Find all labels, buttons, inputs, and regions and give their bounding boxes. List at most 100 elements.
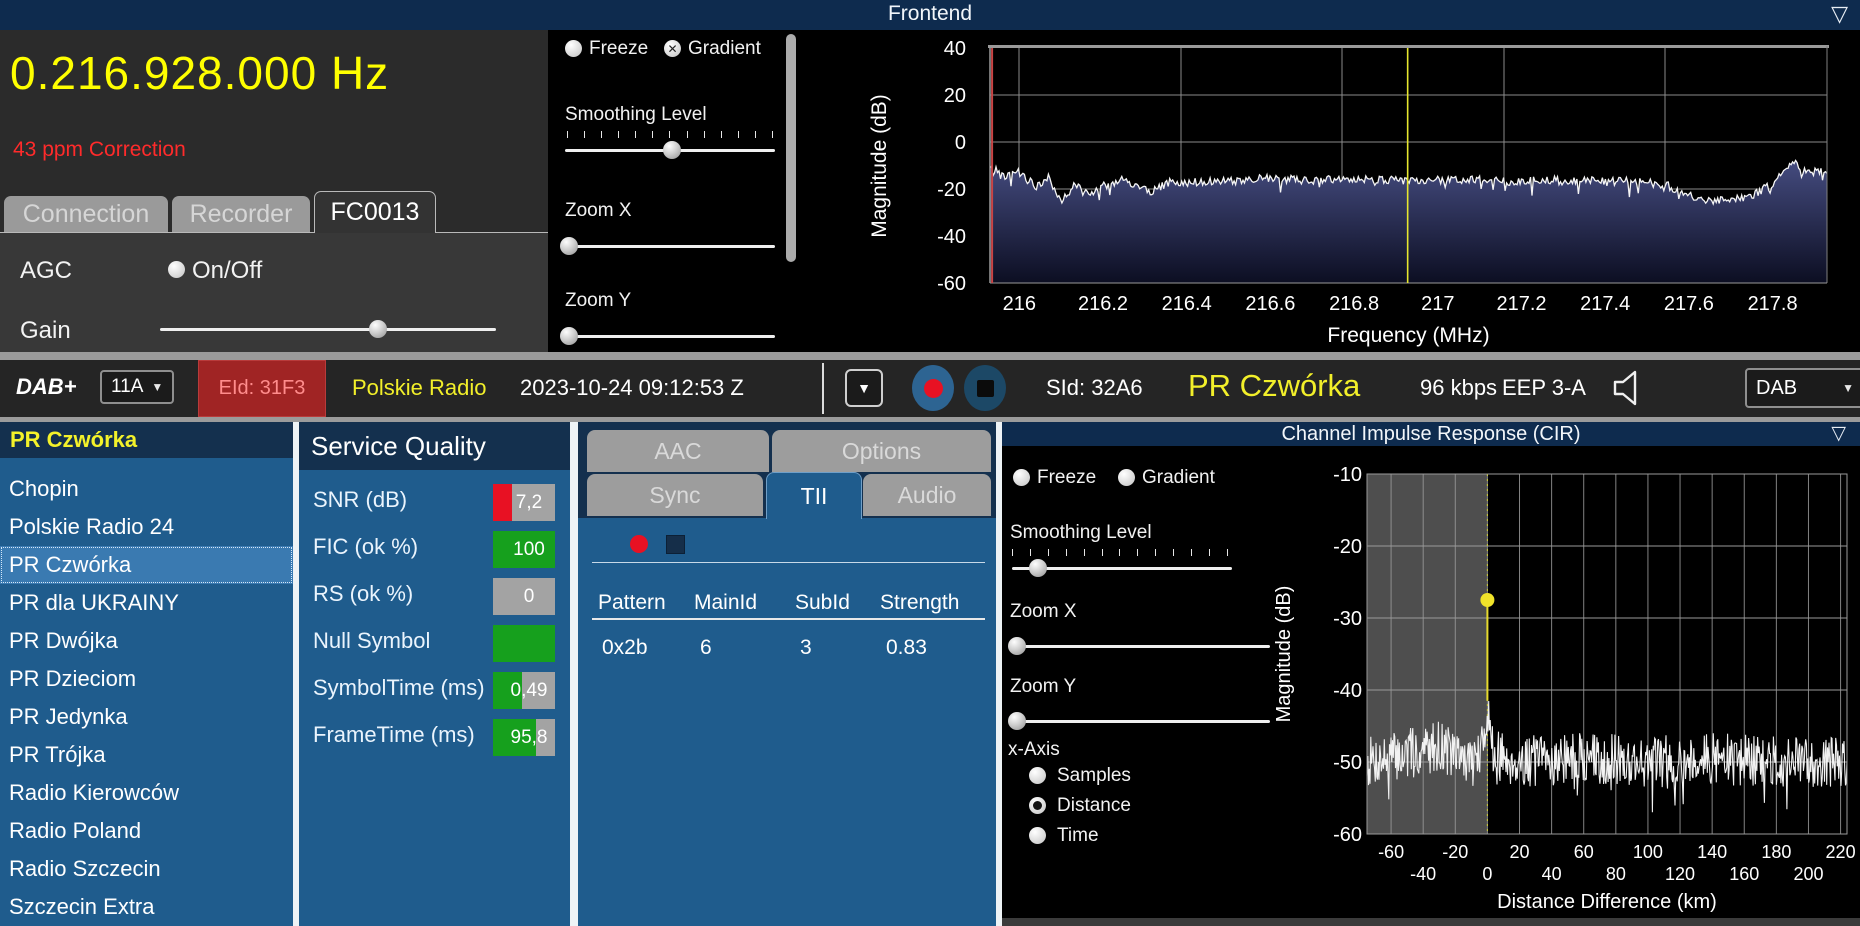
xaxis-distance-label: Distance [1057, 795, 1131, 816]
gain-slider-handle[interactable] [369, 320, 388, 338]
xaxis-samples-radio[interactable] [1029, 767, 1046, 784]
service-list-item[interactable]: Radio Poland [0, 812, 293, 850]
slider-tick [567, 131, 568, 138]
svg-text:200: 200 [1793, 864, 1823, 884]
record-button[interactable] [912, 365, 954, 411]
tii-sync-indicator-dot [630, 535, 648, 553]
tab-options[interactable]: Options [772, 430, 991, 472]
slider-tick [1083, 549, 1085, 556]
status-bar: DAB+ 11A ▼ EId: 31F3 Polskie Radio 2023-… [0, 360, 1860, 417]
slider-tick [1137, 549, 1139, 556]
ppm-correction-label: 43 ppm Correction [13, 138, 186, 161]
cir-smoothing-label: Smoothing Level [1010, 522, 1152, 543]
cir-collapse-icon[interactable]: ▽ [1831, 422, 1846, 445]
svg-text:-20: -20 [1442, 842, 1468, 862]
frontend-collapse-icon[interactable]: ▽ [1831, 1, 1848, 27]
spectrum-zoomy-slider[interactable] [560, 326, 775, 346]
service-list-item[interactable]: PR Dwójka [0, 622, 293, 660]
spectrum-zoomy-track[interactable] [565, 335, 775, 338]
cir-panel: Channel Impulse Response (CIR) ▽ Freeze … [1002, 422, 1860, 926]
expand-dropdown-button[interactable]: ▼ [845, 369, 883, 407]
cir-zoomy-handle[interactable] [1008, 712, 1027, 730]
cir-zoomy-label: Zoom Y [1010, 676, 1077, 697]
service-quality-panel: Service Quality SNR (dB) 7,2 FIC (ok %) 100… [299, 422, 570, 926]
service-list-item[interactable]: Chopin [0, 470, 293, 508]
spectrum-zoomy-handle[interactable] [560, 327, 579, 345]
service-list-item[interactable]: PR Czwórka [0, 546, 293, 584]
ensemble-id-badge: EId: 31F3 [198, 360, 326, 417]
xaxis-distance-radio[interactable] [1029, 797, 1046, 814]
tab-connection[interactable]: Connection [4, 196, 168, 232]
quality-row-value: 95,8 [510, 726, 548, 748]
slider-tick [1119, 549, 1121, 556]
quality-row-label: FrameTime (ms) [313, 722, 475, 747]
svg-text:Frequency (MHz): Frequency (MHz) [1327, 324, 1489, 347]
tab-aac-label: AAC [654, 437, 702, 464]
speaker-icon[interactable] [1612, 369, 1646, 407]
service-list-item[interactable]: Radio Szczecin [0, 850, 293, 888]
controls-scrollbar[interactable] [786, 34, 796, 262]
channel-select-value: 11A [111, 376, 144, 397]
record-icon [923, 378, 943, 398]
service-list-header: PR Czwórka [0, 422, 293, 458]
cir-zoomx-slider[interactable] [1008, 636, 1270, 656]
frequency-display: 0.216.928.000 Hz [10, 47, 390, 99]
service-list-item[interactable]: PR Jedynka [0, 698, 293, 736]
service-list-item[interactable]: Szczecin Extra [0, 888, 293, 926]
spectrum-freeze-radio[interactable] [565, 40, 582, 57]
svg-text:-10: -10 [1333, 464, 1362, 486]
tab-recorder[interactable]: Recorder [172, 196, 310, 232]
cir-zoomx-label: Zoom X [1010, 601, 1077, 622]
tab-recorder-label: Recorder [189, 199, 293, 228]
cir-smoothing-slider[interactable] [1012, 558, 1232, 578]
svg-text:80: 80 [1606, 864, 1626, 884]
cir-zoomx-handle[interactable] [1008, 637, 1027, 655]
gain-slider-track[interactable] [160, 328, 496, 331]
tii-table-header: SubId [795, 591, 850, 614]
cir-smoothing-handle[interactable] [1029, 559, 1048, 577]
cir-chart[interactable]: -10 -20 -30 -40 -50 -60 Magnitude (dB) -60 -40 -2… [1270, 446, 1860, 920]
svg-text:-20: -20 [937, 179, 966, 201]
quality-row-label: SymbolTime (ms) [313, 675, 485, 700]
slider-tick [1047, 549, 1049, 556]
spectrum-smoothing-handle[interactable] [663, 141, 682, 159]
output-select[interactable]: DAB ▼ [1745, 368, 1860, 408]
cir-zoomy-slider[interactable] [1008, 711, 1270, 731]
quality-row-value: 0,49 [510, 679, 548, 701]
service-list-item[interactable]: PR dla UKRAINY [0, 584, 293, 622]
cir-freeze-radio[interactable] [1013, 469, 1030, 486]
spectrum-zoomx-handle[interactable] [560, 237, 579, 255]
svg-text:100: 100 [1633, 842, 1663, 862]
svg-text:60: 60 [1574, 842, 1594, 862]
tab-sync[interactable]: Sync [587, 474, 763, 516]
tab-aac[interactable]: AAC [587, 430, 769, 472]
cir-zoomx-track[interactable] [1012, 645, 1270, 648]
stop-button[interactable] [964, 365, 1006, 411]
service-list-item[interactable]: PR Dzieciom [0, 660, 293, 698]
spectrum-zoomx-track[interactable] [565, 245, 775, 248]
cir-zoomy-track[interactable] [1012, 720, 1270, 723]
service-list-item[interactable]: PR Trójka [0, 736, 293, 774]
tab-fc0013[interactable]: FC0013 [314, 191, 436, 233]
output-select-arrow-icon: ▼ [1842, 381, 1854, 395]
service-list-item[interactable]: Radio Kierowców [0, 774, 293, 812]
service-list-item[interactable]: Polskie Radio 24 [0, 508, 293, 546]
spectrum-zoomx-slider[interactable] [560, 236, 775, 256]
tii-table-header: Strength [880, 591, 960, 614]
tuner-panel: 0.216.928.000 Hz 43 ppm Correction Conne… [0, 30, 548, 353]
svg-text:-40: -40 [1333, 680, 1362, 702]
channel-select[interactable]: 11A ▼ [100, 370, 174, 404]
spectrum-gradient-checkbox[interactable] [664, 40, 681, 57]
gain-slider[interactable] [160, 319, 496, 339]
spectrum-chart[interactable]: 40 20 0 -20 -40 -60 Magnitude (dB) 216 216.2 216.… [860, 30, 1860, 352]
xaxis-time-radio[interactable] [1029, 827, 1046, 844]
slider-tick [1155, 549, 1157, 556]
cir-gradient-radio[interactable] [1118, 469, 1135, 486]
fc0013-tab-content: AGC On/Off Gain [0, 232, 548, 353]
agc-toggle-radio[interactable] [168, 261, 185, 278]
tii-indicator-square[interactable] [666, 535, 685, 554]
spectrum-smoothing-slider[interactable] [565, 140, 775, 160]
dab-application-window: Frontend ▽ 0.216.928.000 Hz 43 ppm Corre… [0, 0, 1860, 926]
tab-audio[interactable]: Audio [863, 474, 991, 516]
tab-tii[interactable]: TII [766, 472, 862, 519]
